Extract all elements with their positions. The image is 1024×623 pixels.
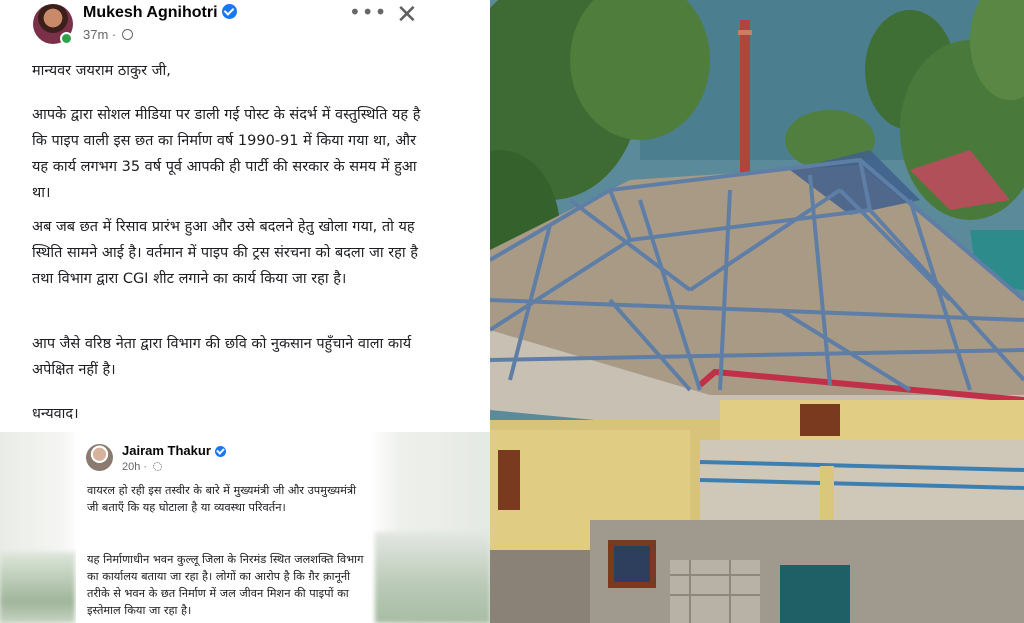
embedded-paragraph-2: यह निर्माणाधीन भवन कुल्लू जिला के निरमंड… <box>87 553 364 617</box>
post-meta: 37m · <box>83 27 133 42</box>
embedded-post-author: Jairam Thakur <box>122 443 226 458</box>
online-status-icon <box>60 32 73 45</box>
facebook-post: Mukesh Agnihotri 37m · ••• ✕ मान्यवर जयर… <box>0 0 490 623</box>
more-options-button[interactable]: ••• <box>349 0 387 24</box>
close-button[interactable]: ✕ <box>396 0 418 30</box>
post-greeting: मान्यवर जयराम ठाकुर जी, <box>32 63 171 79</box>
blurred-background <box>375 532 490 623</box>
post-closing: धन्यवाद। <box>32 406 79 422</box>
embedded-post-time: 20h <box>122 461 141 473</box>
embedded-post-screenshot: Jairam Thakur 20h · वायरल हो रही इस तस्व… <box>0 432 490 623</box>
post-paragraph-2: अब जब छत में रिसाव प्रारंभ हुआ और उसे बद… <box>32 219 418 287</box>
embedded-author-name: Jairam Thakur <box>122 443 211 458</box>
embedded-author-avatar <box>86 444 113 471</box>
post-author-name[interactable]: Mukesh Agnihotri <box>83 4 218 21</box>
post-author[interactable]: Mukesh Agnihotri <box>83 4 237 22</box>
post-paragraph-1: आपके द्वारा सोशल मीडिया पर डाली गई पोस्ट… <box>32 107 421 201</box>
post-time[interactable]: 37m <box>83 27 108 42</box>
embedded-paragraph-1: वायरल हो रही इस तस्वीर के बारे में मुख्य… <box>87 484 357 514</box>
verified-badge-icon <box>221 4 237 19</box>
globe-icon <box>121 29 133 40</box>
blurred-background <box>0 552 75 623</box>
embedded-post-meta: 20h · <box>122 461 163 473</box>
post-photo[interactable] <box>490 0 1024 623</box>
verified-badge-icon <box>214 446 226 457</box>
embedded-post-card: Jairam Thakur 20h · वायरल हो रही इस तस्व… <box>76 432 371 623</box>
privacy-icon <box>153 462 163 471</box>
post-paragraph-3: आप जैसे वरिष्ठ नेता द्वारा विभाग की छवि … <box>32 336 412 378</box>
roof-truss-photo <box>490 0 1024 623</box>
